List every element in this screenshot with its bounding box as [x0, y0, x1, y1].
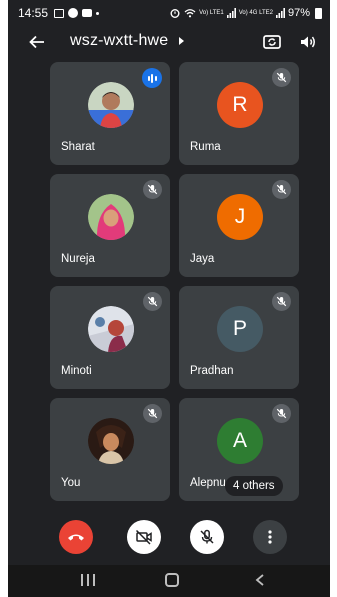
avatar: A	[217, 418, 263, 464]
more-options-button[interactable]	[253, 520, 287, 554]
end-call-button[interactable]	[59, 520, 93, 554]
more-notifications-icon	[96, 11, 100, 15]
participant-tile-ruma[interactable]: R Ruma	[179, 62, 299, 165]
participant-tile-jaya[interactable]: J Jaya	[179, 174, 299, 277]
participant-name: Minoti	[61, 365, 92, 377]
video-off-icon	[135, 529, 152, 545]
mic-off-icon	[272, 180, 291, 199]
message-notification-icon	[82, 9, 93, 17]
participant-tile-sharat[interactable]: Sharat	[50, 62, 170, 165]
meeting-code[interactable]: wsz-wxtt-hwe	[70, 32, 168, 50]
participant-tile-you[interactable]: You	[50, 398, 170, 501]
switch-camera-icon	[263, 35, 281, 49]
call-controls	[8, 514, 330, 560]
audio-output-button[interactable]	[298, 32, 318, 52]
battery-percent: 97%	[287, 7, 310, 19]
lte1-label: Vo) LTE1	[199, 10, 224, 16]
wifi-icon	[184, 9, 196, 18]
system-back-button[interactable]	[253, 573, 267, 587]
signal-1-icon	[226, 8, 236, 18]
participant-name: Nureja	[61, 253, 95, 265]
chevron-left-icon	[255, 574, 264, 586]
avatar	[88, 194, 134, 240]
avatar: P	[217, 306, 263, 352]
participant-name: Pradhan	[190, 365, 234, 377]
avatar	[88, 82, 134, 128]
status-time: 14:55	[18, 6, 49, 20]
system-status-icons: Vo) LTE1 Vo) 4G LTE2 97%	[169, 7, 322, 19]
participant-tile-nureja[interactable]: Nureja	[50, 174, 170, 277]
recents-button[interactable]	[81, 574, 95, 586]
mic-off-icon	[272, 68, 291, 87]
speaker-icon	[301, 36, 315, 48]
participant-name: You	[61, 477, 81, 489]
system-navigation-bar	[8, 565, 330, 597]
speaking-indicator-icon	[142, 68, 162, 88]
home-button[interactable]	[165, 573, 179, 587]
status-bar: 14:55 Vo) LTE1 Vo) 4G LTE2 97%	[8, 0, 330, 26]
battery-icon	[315, 7, 322, 19]
mic-off-icon	[272, 404, 291, 423]
avatar: R	[217, 82, 263, 128]
avatar-letter: P	[232, 317, 247, 340]
mic-off-icon	[143, 292, 162, 311]
notification-icons	[54, 8, 100, 18]
more-vert-icon	[268, 530, 272, 544]
avatar: J	[217, 194, 263, 240]
participant-name: Alepnu	[190, 477, 226, 489]
participant-name: Jaya	[190, 253, 215, 265]
meet-app-screen: 14:55 Vo) LTE1 Vo) 4G LTE2 97% wsz-wxtt-…	[8, 0, 330, 597]
camera-toggle-button[interactable]	[127, 520, 161, 554]
participant-tile-alepnu[interactable]: A Alepnu 4 others	[179, 398, 299, 501]
others-count-badge[interactable]: 4 others	[225, 476, 283, 496]
avatar-letter: J	[234, 205, 246, 228]
avatar-letter: R	[232, 93, 248, 116]
participant-name: Ruma	[190, 141, 221, 153]
avatar-letter: A	[232, 429, 247, 452]
lte2-label: Vo) 4G LTE2	[238, 10, 273, 16]
mic-off-icon	[272, 292, 291, 311]
avatar	[88, 418, 134, 464]
meeting-top-bar: wsz-wxtt-hwe	[8, 26, 330, 58]
back-button[interactable]	[26, 32, 48, 52]
microphone-toggle-button[interactable]	[190, 520, 224, 554]
mic-off-icon	[143, 180, 162, 199]
avatar	[88, 306, 134, 352]
signal-2-icon	[275, 8, 285, 18]
arrow-left-icon	[29, 35, 44, 49]
caret-right-icon[interactable]	[179, 37, 184, 45]
whatsapp-notification-icon	[68, 8, 79, 18]
participant-tile-minoti[interactable]: Minoti	[50, 286, 170, 389]
switch-camera-button[interactable]	[261, 32, 283, 52]
participant-tile-pradhan[interactable]: P Pradhan	[179, 286, 299, 389]
mic-off-icon	[200, 529, 214, 544]
participant-name: Sharat	[61, 141, 95, 153]
phone-hangup-icon	[68, 534, 84, 541]
gallery-notification-icon	[54, 8, 65, 18]
mic-off-icon	[143, 404, 162, 423]
alarm-icon	[170, 9, 180, 18]
